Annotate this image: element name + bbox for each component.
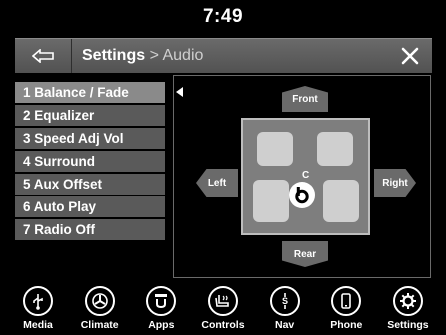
rear-seat-right bbox=[323, 180, 359, 222]
page-title: Settings > Audio bbox=[82, 47, 203, 65]
menu-item-radio-off[interactable]: 7 Radio Off bbox=[15, 219, 165, 241]
balance-position-marker[interactable] bbox=[289, 182, 315, 208]
front-left-seat bbox=[257, 132, 293, 166]
nav-icon: S bbox=[269, 286, 300, 316]
dock-climate-label: Climate bbox=[80, 319, 119, 331]
clock: 7:49 bbox=[202, 6, 244, 27]
breadcrumb-separator: > bbox=[145, 47, 163, 64]
dock-phone[interactable]: Phone bbox=[318, 284, 374, 335]
dock-phone-label: Phone bbox=[330, 319, 363, 331]
apps-icon bbox=[146, 286, 177, 316]
dock-controls[interactable]: Controls bbox=[195, 284, 251, 335]
close-button[interactable] bbox=[388, 39, 432, 73]
dock-apps-label: Apps bbox=[148, 319, 175, 331]
menu-item-balance-fade[interactable]: 1 Balance / Fade bbox=[15, 82, 165, 103]
left-button[interactable]: Left bbox=[196, 169, 238, 197]
dock-media[interactable]: Media bbox=[10, 284, 66, 335]
page-title-text: Audio bbox=[162, 47, 204, 64]
seat-controls-icon bbox=[207, 286, 238, 316]
menu-item-auto-play[interactable]: 6 Auto Play bbox=[15, 196, 165, 218]
dock-settings-label: Settings bbox=[387, 319, 429, 331]
fan-icon bbox=[84, 286, 115, 316]
rear-button[interactable]: Rear bbox=[282, 241, 328, 267]
menu-item-surround[interactable]: 4 Surround bbox=[15, 150, 165, 172]
dock-apps[interactable]: Apps bbox=[133, 284, 189, 335]
dock-climate[interactable]: Climate bbox=[72, 284, 128, 335]
dock-media-label: Media bbox=[23, 319, 53, 331]
balance-fade-panel: Front Left Right Rear C bbox=[173, 75, 431, 278]
dock-settings[interactable]: Settings bbox=[380, 284, 436, 335]
center-indicator-label: C bbox=[302, 170, 310, 181]
right-button[interactable]: Right bbox=[374, 169, 416, 197]
menu-item-equalizer[interactable]: 2 Equalizer bbox=[15, 104, 165, 126]
breadcrumb: Settings bbox=[82, 47, 146, 64]
back-button[interactable] bbox=[15, 39, 72, 73]
svg-text:S: S bbox=[282, 296, 288, 306]
front-button[interactable]: Front bbox=[282, 86, 328, 112]
menu-item-aux-offset[interactable]: 5 Aux Offset bbox=[15, 173, 165, 195]
beats-logo-icon bbox=[295, 187, 309, 204]
rear-seat-left bbox=[253, 180, 289, 222]
gear-icon bbox=[392, 286, 423, 316]
usb-icon bbox=[23, 286, 53, 316]
close-icon bbox=[401, 47, 419, 65]
bottom-dock: Media Climate Apps Controls S Nav Phone bbox=[0, 284, 446, 335]
audio-menu: 1 Balance / Fade 2 Equalizer 3 Speed Adj… bbox=[15, 82, 165, 242]
dock-nav-label: Nav bbox=[274, 319, 295, 331]
menu-item-speed-adj-vol[interactable]: 3 Speed Adj Vol bbox=[15, 127, 165, 149]
phone-icon bbox=[331, 286, 362, 316]
dock-controls-label: Controls bbox=[201, 319, 245, 331]
header-bar: Settings > Audio bbox=[15, 38, 432, 73]
dock-nav[interactable]: S Nav bbox=[257, 284, 313, 335]
front-right-seat bbox=[317, 132, 353, 166]
back-arrow-icon bbox=[32, 49, 54, 63]
